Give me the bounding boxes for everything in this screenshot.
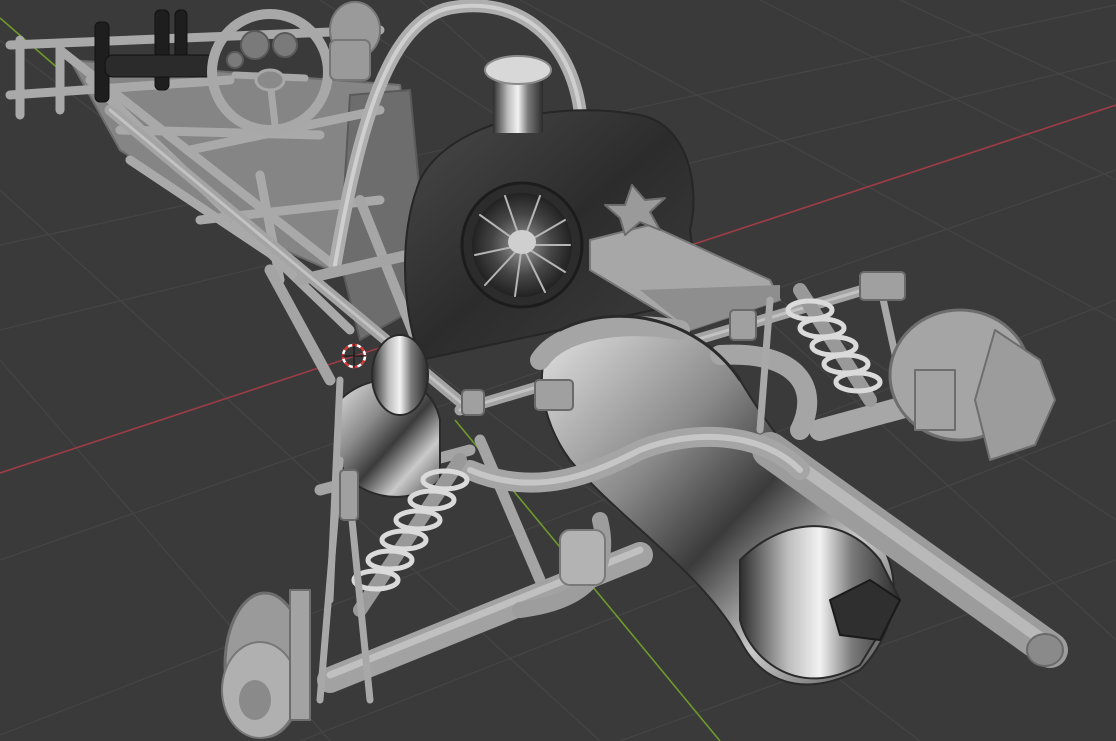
pedal-box[interactable]: [329, 1, 381, 81]
exhaust-clamp[interactable]: [559, 529, 606, 586]
buggy-chassis-model[interactable]: [5, 0, 1068, 739]
3d-viewport[interactable]: [0, 0, 1116, 741]
exhaust-stack[interactable]: [484, 55, 552, 133]
cooling-fan[interactable]: [460, 181, 584, 309]
carburetor-bell[interactable]: [371, 334, 429, 416]
rear-right-brake-drum[interactable]: [888, 308, 1056, 461]
viewport-scene[interactable]: [0, 0, 1116, 741]
3d-cursor[interactable]: [341, 343, 367, 369]
front-left-brake-disc[interactable]: [221, 589, 311, 739]
